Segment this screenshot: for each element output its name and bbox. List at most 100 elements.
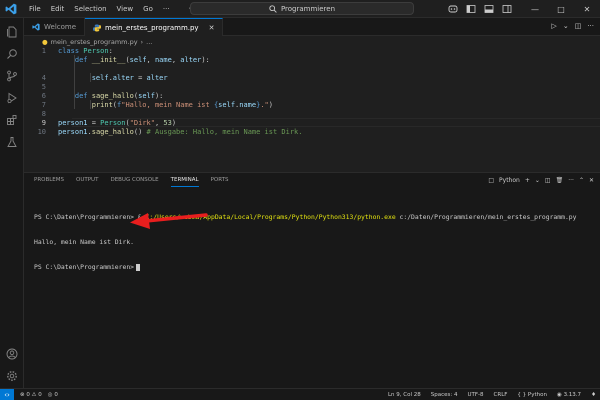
code-line: 1 class Person: [24, 46, 584, 55]
copilot-icon[interactable] [446, 4, 460, 14]
maximize-icon[interactable]: □ [548, 5, 574, 14]
maximize-panel-icon[interactable]: ⌃ [579, 177, 584, 184]
toggle-panel-icon[interactable] [482, 4, 496, 14]
new-terminal-icon[interactable]: + [525, 177, 530, 184]
breadcrumb-file[interactable]: mein_erstes_programm.py [51, 38, 138, 46]
settings-gear-icon[interactable] [4, 368, 20, 384]
code-line: def __init__(self, name, alter): [74, 55, 210, 64]
line-number: 5 [41, 82, 46, 91]
cursor-position[interactable]: Ln 9, Col 28 [388, 392, 421, 398]
tab-terminal[interactable]: TERMINAL [170, 177, 199, 187]
close-window-icon[interactable]: ✕ [574, 5, 600, 14]
code-line: 9 person1 = Person("Dirk", 53) [24, 118, 584, 127]
remote-indicator-icon[interactable]: ‹› [0, 388, 14, 400]
line-number: 8 [41, 109, 46, 118]
terminal-shell-icon: □ [488, 177, 495, 184]
extensions-icon[interactable] [4, 112, 20, 128]
code-line: 4 self.alter = alter [24, 73, 584, 82]
menu-bar: File Edit Selection View Go ··· [24, 5, 175, 13]
editor-actions: ▷ ⌄ ◫ ··· [551, 22, 594, 30]
indentation[interactable]: Spaces: 4 [431, 392, 458, 398]
testing-icon[interactable] [4, 134, 20, 150]
menu-view[interactable]: View [112, 5, 139, 13]
code-editor[interactable]: 1 class Person: def __init__(self, name,… [24, 46, 600, 166]
source-control-icon[interactable] [4, 68, 20, 84]
ports-status[interactable]: ◎ 0 [48, 392, 58, 398]
split-editor-icon[interactable]: ◫ [575, 22, 582, 30]
breadcrumb-rest[interactable]: ... [146, 38, 152, 46]
line-ending[interactable]: CRLF [494, 392, 508, 398]
run-dropdown-icon[interactable]: ⌄ [563, 22, 569, 30]
status-right: Ln 9, Col 28 Spaces: 4 UTF-8 CRLF { } Py… [388, 392, 596, 398]
editor-tabs: Welcome mein_erstes_programm.py ✕ ▷ ⌄ ◫ … [24, 18, 600, 36]
notifications-bell-icon[interactable]: ♦ [591, 392, 596, 398]
more-actions-icon[interactable]: ··· [587, 22, 594, 30]
tab-ports[interactable]: PORTS [211, 177, 229, 187]
code-line: 8 [24, 109, 584, 118]
code-line: 7 print(f"Hallo, mein Name ist {self.nam… [24, 100, 584, 109]
menu-selection[interactable]: Selection [69, 5, 111, 13]
code-line: 5 [24, 82, 584, 91]
code-line: 6 def sage_hallo(self): [24, 91, 584, 100]
menu-go[interactable]: Go [138, 5, 158, 13]
vscode-file-icon [32, 23, 40, 31]
red-arrow-annotation [130, 213, 208, 229]
menu-more[interactable]: ··· [158, 5, 175, 13]
tab-problems[interactable]: PROBLEMS [34, 177, 64, 187]
split-terminal-icon[interactable]: ◫ [545, 177, 551, 184]
python-version[interactable]: ◉ 3.13.7 [557, 392, 581, 398]
menu-file[interactable]: File [24, 5, 46, 13]
panel-actions: □ Python + ⌄ ◫ 🗑 ··· ⌃ ✕ [488, 177, 594, 184]
run-file-icon[interactable]: ▷ [551, 22, 556, 30]
explorer-icon[interactable] [4, 24, 20, 40]
search-text: Programmieren [280, 4, 336, 13]
line-number: 7 [41, 100, 46, 109]
toggle-primary-sidebar-icon[interactable] [464, 4, 478, 14]
language-mode[interactable]: { } Python [517, 392, 547, 398]
kill-terminal-icon[interactable]: 🗑 [556, 177, 564, 184]
breadcrumb: ● mein_erstes_programm.py › ... [42, 38, 152, 46]
close-tab-icon[interactable]: ✕ [209, 24, 215, 32]
tab-welcome[interactable]: Welcome [24, 18, 86, 36]
line-number: 4 [41, 73, 46, 82]
tab-mein-erstes-programm[interactable]: mein_erstes_programm.py ✕ [85, 18, 224, 36]
line-number: 6 [41, 91, 46, 100]
tab-label: Welcome [44, 23, 77, 31]
python-file-icon: ● [42, 38, 48, 46]
toggle-secondary-sidebar-icon[interactable] [500, 4, 514, 14]
terminal-line: Hallo, mein Name ist Dirk. [34, 238, 135, 246]
encoding[interactable]: UTF-8 [467, 392, 483, 398]
title-bar: File Edit Selection View Go ··· ← → Prog… [0, 0, 600, 18]
status-bar: ‹› ⊗ 0 ⚠ 0 ◎ 0 Ln 9, Col 28 Spaces: 4 UT… [0, 388, 600, 400]
tab-output[interactable]: OUTPUT [76, 177, 98, 187]
vscode-logo-icon [0, 0, 22, 18]
window-controls: — □ ✕ [522, 5, 600, 14]
panel-tabs: PROBLEMS OUTPUT DEBUG CONSOLE TERMINAL P… [34, 177, 229, 187]
terminal-line: PS C:\Daten\Programmieren> & C:/Users/we… [34, 213, 577, 221]
python-file-icon [93, 24, 102, 31]
close-panel-icon[interactable]: ✕ [589, 177, 594, 184]
breadcrumb-separator-icon: › [140, 38, 144, 46]
bottom-panel: PROBLEMS OUTPUT DEBUG CONSOLE TERMINAL P… [24, 172, 600, 388]
title-right-controls: — □ ✕ [444, 0, 600, 18]
run-debug-icon[interactable] [4, 90, 20, 106]
tab-label: mein_erstes_programm.py [105, 23, 199, 32]
problems-status[interactable]: ⊗ 0 ⚠ 0 [20, 392, 42, 398]
terminal-shell-label[interactable]: Python [499, 177, 520, 184]
line-number: 9 [41, 118, 46, 127]
line-number: 10 [37, 127, 46, 136]
search-icon [269, 4, 277, 13]
command-center-search[interactable]: Programmieren [190, 2, 414, 15]
menu-edit[interactable]: Edit [46, 5, 70, 13]
terminal-cursor [136, 263, 141, 271]
search-view-icon[interactable] [4, 46, 20, 62]
activity-bar [0, 18, 24, 388]
more-actions-icon[interactable]: ··· [568, 177, 574, 184]
terminal-output[interactable]: PS C:\Daten\Programmieren> & C:/Users/we… [34, 197, 577, 288]
terminal-dropdown-icon[interactable]: ⌄ [535, 177, 540, 184]
minimize-icon[interactable]: — [522, 5, 548, 14]
terminal-line: PS C:\Daten\Programmieren> [34, 263, 577, 272]
tab-debug-console[interactable]: DEBUG CONSOLE [110, 177, 158, 187]
line-number: 1 [41, 46, 46, 55]
accounts-icon[interactable] [4, 346, 20, 362]
